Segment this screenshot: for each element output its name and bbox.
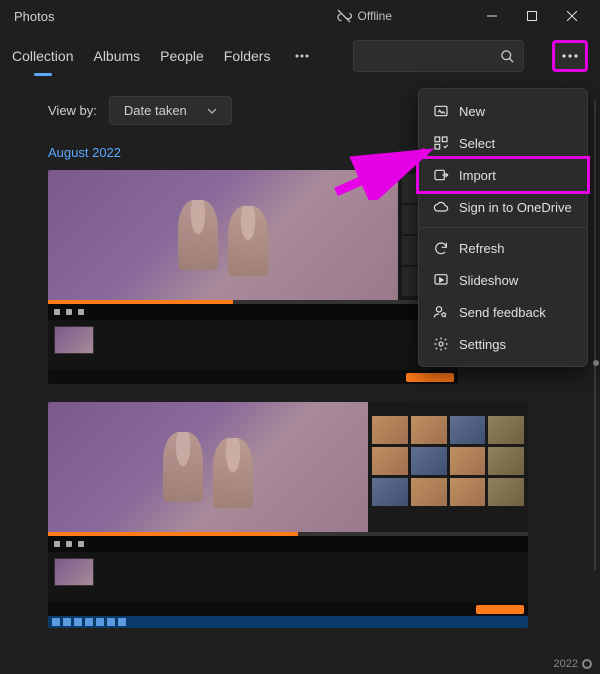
slideshow-icon xyxy=(433,272,449,288)
menu-item-feedback[interactable]: Send feedback xyxy=(419,296,587,328)
tab-folders[interactable]: Folders xyxy=(224,44,271,68)
menu-item-slideshow[interactable]: Slideshow xyxy=(419,264,587,296)
menu-item-signin[interactable]: Sign in to OneDrive xyxy=(419,191,587,223)
photo-thumbnail[interactable] xyxy=(48,170,458,384)
photo-thumbnail[interactable] xyxy=(48,402,528,628)
new-icon xyxy=(433,103,449,119)
tab-collection[interactable]: Collection xyxy=(12,44,73,68)
menu-item-select[interactable]: Select xyxy=(419,127,587,159)
more-options-menu: New Select Import Sign in to OneDrive Re… xyxy=(418,88,588,367)
menu-separator xyxy=(419,227,587,228)
menu-item-refresh[interactable]: Refresh xyxy=(419,232,587,264)
maximize-button[interactable] xyxy=(512,0,552,32)
close-button[interactable] xyxy=(552,0,592,32)
more-options-button[interactable] xyxy=(552,40,588,72)
menu-item-import[interactable]: Import xyxy=(416,156,590,194)
timeline-year-marker: 2022 xyxy=(554,658,592,670)
chevron-down-icon xyxy=(207,108,217,114)
import-icon xyxy=(433,167,449,183)
cloud-off-icon xyxy=(336,8,352,24)
menu-item-settings[interactable]: Settings xyxy=(419,328,587,360)
minimize-button[interactable] xyxy=(472,0,512,32)
viewby-dropdown[interactable]: Date taken xyxy=(109,96,232,125)
viewby-label: View by: xyxy=(48,103,97,118)
scrollbar[interactable] xyxy=(594,100,596,570)
nav-overflow-button[interactable] xyxy=(290,44,313,68)
menu-item-new[interactable]: New xyxy=(419,95,587,127)
select-icon xyxy=(433,135,449,151)
feedback-icon xyxy=(433,304,449,320)
cloud-icon xyxy=(433,199,449,215)
ellipsis-icon xyxy=(562,54,578,58)
app-title: Photos xyxy=(8,9,54,24)
gear-icon xyxy=(433,336,449,352)
search-input[interactable] xyxy=(353,40,523,72)
scrollbar-thumb[interactable] xyxy=(593,360,599,366)
tab-albums[interactable]: Albums xyxy=(93,44,140,68)
tab-people[interactable]: People xyxy=(160,44,204,68)
search-icon xyxy=(500,49,515,64)
refresh-icon xyxy=(433,240,449,256)
offline-indicator: Offline xyxy=(336,8,392,24)
